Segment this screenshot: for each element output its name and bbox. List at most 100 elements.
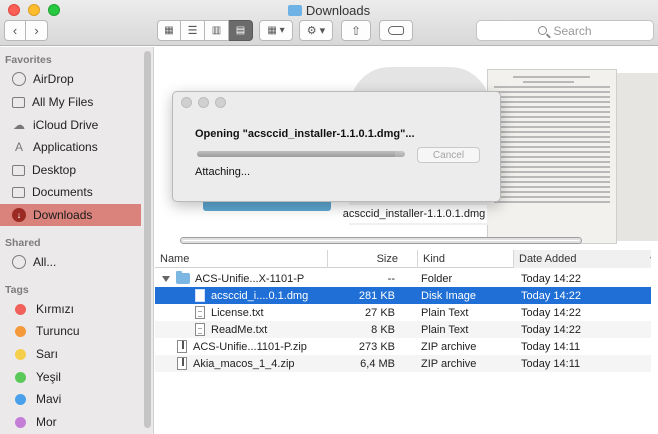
sidebar-tag-yellow[interactable]: Sarı [0, 343, 141, 365]
dialog-status: Attaching... [195, 166, 251, 178]
sidebar-item-downloads[interactable]: ↓ Downloads [0, 204, 141, 226]
column-header-size[interactable]: Size [327, 250, 404, 268]
table-row[interactable]: ACS-Unifie...1101-P.zip 273 KB ZIP archive… [155, 338, 658, 355]
file-date-added: Today 14:22 [521, 323, 581, 336]
toolbar: Downloads ‹ › ▦ ☰ ▥ ▤ ▦ ▾ ⚙ ▾ ⇧ Search [0, 0, 658, 46]
dialog-close-button[interactable] [181, 97, 192, 108]
file-date-added: Today 14:22 [521, 306, 581, 319]
column-view-button[interactable]: ▥ [205, 20, 229, 41]
icon-view-button[interactable]: ▦ [157, 20, 181, 41]
airdrop-icon [12, 72, 26, 86]
tag-dot-icon [15, 393, 26, 405]
sidebar-item-documents[interactable]: Documents [0, 181, 141, 203]
file-kind: Folder [421, 272, 453, 285]
cover-flow-scroll-thumb[interactable] [181, 238, 581, 243]
file-size: 6,4 MB [360, 357, 395, 370]
share-icon: ⇧ [350, 23, 362, 38]
file-kind: Plain Text [421, 306, 469, 319]
file-name: ACS-Unifie...X-1101-P [195, 272, 305, 285]
progress-bar [197, 151, 405, 157]
file-kind: ZIP archive [421, 357, 477, 370]
file-size: 281 KB [358, 289, 395, 302]
arrange-button[interactable]: ▦ ▾ [259, 20, 293, 41]
file-name-cell: ACS-Unifie...1101-P.zip [155, 338, 325, 355]
column-header-name[interactable]: Name [155, 250, 327, 268]
list-scrollbar[interactable] [651, 250, 658, 434]
folder-icon [176, 271, 190, 284]
file-name: acsccid_i....0.1.dmg [211, 289, 309, 302]
chevron-left-icon: ‹ [12, 23, 18, 38]
dialog-zoom-button[interactable] [215, 97, 226, 108]
disclosure-triangle-icon[interactable] [162, 275, 170, 282]
sidebar-item-icloud-drive[interactable]: ☁ iCloud Drive [0, 114, 141, 136]
search-field[interactable]: Search [476, 20, 654, 41]
shared-header: Shared [5, 237, 41, 249]
network-icon [12, 255, 26, 269]
sidebar-tag-green[interactable]: Yeşil [0, 366, 141, 388]
file-size: -- [387, 272, 395, 285]
all-files-icon [12, 96, 25, 108]
table-row[interactable]: acsccid_i....0.1.dmg 281 KB Disk Image Toda… [155, 287, 658, 304]
list-view-button[interactable]: ☰ [181, 20, 205, 41]
file-kind: Disk Image [421, 289, 477, 302]
window-title: Downloads [0, 3, 658, 18]
sidebar-item-desktop[interactable]: Desktop [0, 159, 141, 181]
table-row[interactable]: ReadMe.txt 8 KB Plain Text Today 14:22 [155, 321, 658, 338]
edit-tags-button[interactable] [379, 20, 413, 41]
tag-dot-icon [15, 371, 26, 383]
icon-view-icon: ▦ [164, 25, 174, 36]
cover-flow-selected-name: acsccid_installer-1.1.0.1.dmg [341, 205, 487, 223]
tag-dot-icon [15, 348, 26, 360]
file-date-added: Today 14:11 [521, 340, 581, 353]
file-name: License.txt [211, 306, 264, 319]
column-header-kind[interactable]: Kind [417, 250, 513, 268]
file-kind: ZIP archive [421, 340, 477, 353]
dialog-title: Opening "acsccid_installer-1.1.0.1.dmg".… [195, 128, 415, 140]
document-preview-thumbnail[interactable] [487, 69, 617, 244]
sidebar-tag-red[interactable]: Kırmızı [0, 298, 141, 320]
sidebar-tag-purple[interactable]: Mor [0, 411, 141, 433]
disk-image-icon [195, 289, 205, 302]
tag-dot-icon [15, 325, 26, 337]
sidebar-item-shared-all[interactable]: All... [0, 251, 141, 273]
gear-icon: ⚙ ▾ [306, 25, 326, 37]
sidebar-scrollbar[interactable] [144, 51, 151, 428]
progress-bar-fill [197, 151, 395, 157]
cover-flow-scrollbar[interactable] [180, 237, 582, 244]
sidebar-tag-orange[interactable]: Turuncu [0, 320, 141, 342]
table-row[interactable]: Akia_macos_1_4.zip 6,4 MB ZIP archive Today… [155, 355, 658, 372]
arrange-icon: ▦ ▾ [267, 25, 285, 36]
sidebar-item-applications[interactable]: A Applications [0, 136, 141, 158]
applications-icon: A [14, 140, 23, 154]
cloud-icon: ☁ [13, 118, 25, 132]
search-icon [538, 26, 548, 35]
table-row[interactable]: ACS-Unifie...X-1101-P -- Folder Today 14:22 [155, 270, 658, 287]
share-button[interactable]: ⇧ [341, 20, 371, 41]
file-size: 27 KB [365, 306, 395, 319]
forward-button[interactable]: › [26, 20, 48, 41]
tag-dot-icon [15, 303, 26, 315]
sidebar-item-airdrop[interactable]: AirDrop [0, 68, 141, 90]
file-name: ReadMe.txt [211, 323, 268, 336]
action-button[interactable]: ⚙ ▾ [299, 20, 333, 41]
back-button[interactable]: ‹ [4, 20, 26, 41]
cover-flow-view-button[interactable]: ▤ [229, 20, 253, 41]
folder-icon [287, 5, 302, 16]
cancel-button[interactable]: Cancel [417, 147, 480, 163]
sidebar-tag-blue[interactable]: Mavi [0, 388, 141, 410]
file-name: Akia_macos_1_4.zip [193, 357, 295, 370]
file-name: ACS-Unifie...1101-P.zip [193, 340, 307, 353]
column-header-date-added[interactable]: Date Added ▾ [513, 250, 658, 268]
file-size: 8 KB [371, 323, 395, 336]
file-kind: Plain Text [421, 323, 469, 336]
cover-flow-view-icon: ▤ [235, 25, 246, 36]
table-row[interactable]: License.txt 27 KB Plain Text Today 14:22 [155, 304, 658, 321]
tag-icon [388, 26, 404, 35]
dialog-minimize-button[interactable] [198, 97, 209, 108]
zip-file-icon [177, 357, 187, 370]
search-placeholder: Search [553, 23, 592, 38]
sidebar-item-all-my-files[interactable]: All My Files [0, 91, 141, 113]
sidebar: Favorites AirDrop All My Files ☁ iCloud D… [0, 47, 154, 434]
file-name-cell: acsccid_i....0.1.dmg [155, 287, 325, 304]
opening-progress-dialog: Opening "acsccid_installer-1.1.0.1.dmg".… [172, 91, 501, 202]
